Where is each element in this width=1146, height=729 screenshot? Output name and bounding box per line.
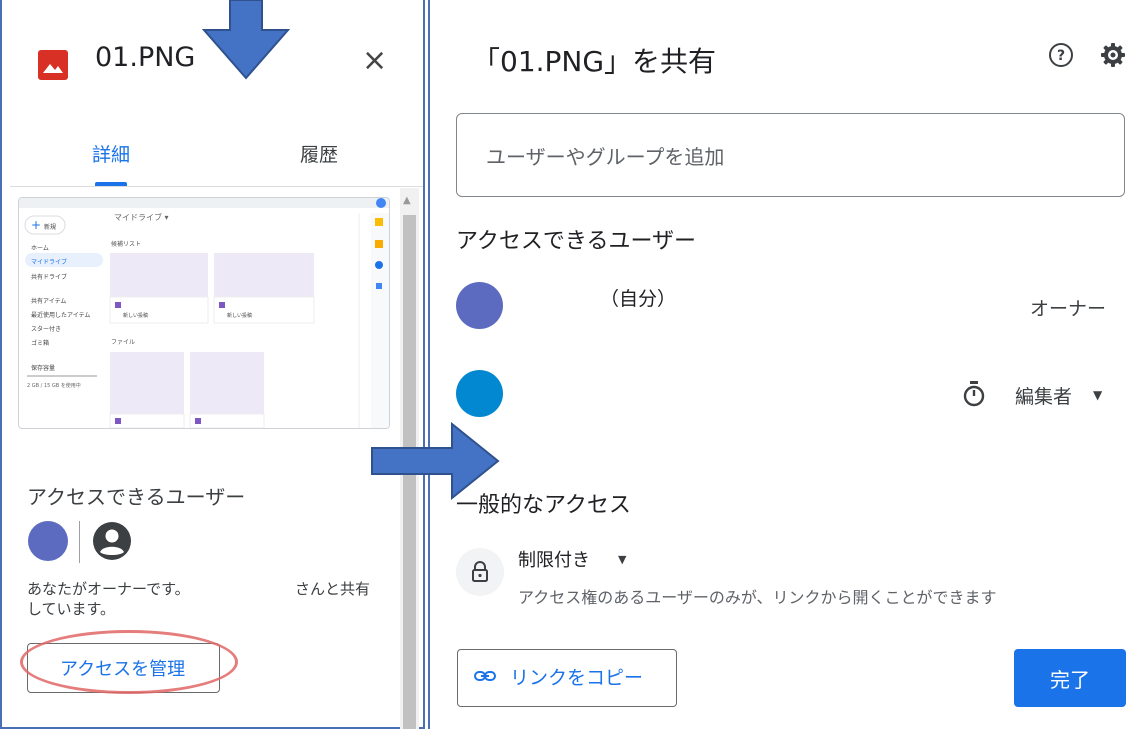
tab-history[interactable]: 履歴 — [300, 140, 338, 167]
thumb-breadcrumb: マイドライブ ▾ — [114, 213, 169, 222]
thumb-card-label: 新しい投稿 — [123, 313, 149, 319]
restriction-description: アクセス権のあるユーザーのみが、リンクから開くことができます — [518, 588, 997, 607]
avatar-divider — [79, 521, 80, 563]
thumb-sidebar-item: スター付き — [31, 326, 62, 333]
svg-text:+: + — [31, 218, 41, 232]
editor-role-dropdown[interactable]: 編集者 — [1015, 382, 1072, 409]
account-circle-icon — [92, 521, 132, 565]
owner-note: あなたがオーナーです。 — [27, 580, 190, 598]
right-arrow-annotation — [371, 422, 500, 500]
user-avatar — [456, 282, 503, 329]
highlight-ring — [20, 630, 238, 694]
chevron-down-icon[interactable]: ▼ — [1093, 388, 1102, 402]
thumb-files-label: ファイル — [111, 339, 136, 346]
tabs-divider — [10, 186, 423, 187]
access-heading: アクセスできるユーザー — [27, 485, 246, 509]
owner-role-label: オーナー — [1030, 298, 1107, 320]
add-people-placeholder[interactable]: ユーザーやグループを追加 — [486, 141, 724, 170]
thumb-section-label: 候補リスト — [111, 241, 142, 248]
thumb-sidebar-item: ホーム — [31, 245, 49, 252]
close-icon[interactable]: × — [362, 46, 387, 76]
owner-avatar — [28, 521, 68, 561]
thumb-sidebar-item: 最近使用したアイテム — [31, 312, 91, 319]
copy-link-label[interactable]: リンクをコピー — [510, 663, 643, 690]
thumb-new-label: 新規 — [44, 224, 57, 231]
help-icon[interactable]: ? — [1048, 42, 1074, 72]
user-self-label: （自分） — [600, 288, 677, 310]
thumb-sidebar-item: ゴミ箱 — [31, 340, 50, 347]
down-arrow-annotation — [201, 0, 291, 80]
shared-with-note: さんと共有 — [295, 580, 371, 598]
scroll-up-icon[interactable]: ▲ — [403, 195, 411, 206]
svg-text:?: ? — [1057, 48, 1065, 64]
thumb-sidebar-item: 保存容量 — [31, 365, 56, 372]
thumb-sidebar-item: 共有ドライブ — [31, 274, 68, 281]
tab-details[interactable]: 詳細 — [92, 140, 130, 167]
image-file-icon — [38, 50, 68, 80]
restriction-dropdown[interactable]: 制限付き — [518, 546, 590, 572]
timer-icon[interactable] — [962, 380, 986, 412]
people-with-access-heading: アクセスできるユーザー — [456, 229, 697, 254]
thumb-sidebar-item: マイドライブ — [31, 259, 68, 266]
file-preview-thumbnail[interactable]: + マイドライブ ▾ 新規 候補リスト ホーム マイドライブ 共有ドライブ 共有… — [18, 197, 390, 429]
owner-note-continued: しています。 — [27, 600, 116, 618]
done-button[interactable]: 完了 — [1014, 649, 1126, 707]
thumb-storage-text: 2 GB / 15 GB を使用中 — [27, 383, 81, 389]
share-dialog — [428, 0, 1146, 729]
link-icon[interactable] — [474, 668, 496, 688]
chevron-down-icon[interactable]: ▼ — [618, 553, 626, 566]
user-avatar — [456, 370, 503, 417]
file-title: 01.PNG — [95, 42, 196, 73]
share-dialog-title: 「01.PNG」を共有 — [472, 45, 717, 78]
thumb-sidebar-item: 共有アイテム — [31, 298, 67, 305]
settings-gear-icon[interactable] — [1099, 41, 1127, 73]
lock-icon — [468, 560, 492, 588]
thumb-card-label: 新しい投稿 — [227, 313, 253, 319]
